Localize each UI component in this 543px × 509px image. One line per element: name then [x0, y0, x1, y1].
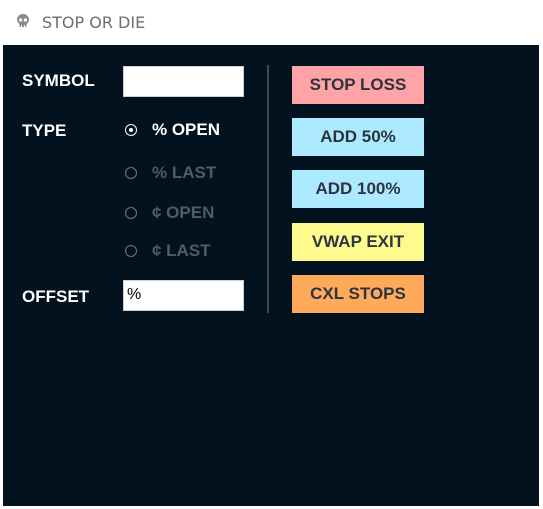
window-title: STOP OR DIE	[42, 13, 146, 32]
radio-label: ¢ LAST	[152, 241, 211, 260]
radio-percent-open[interactable]: % OPEN	[125, 119, 220, 141]
vertical-divider	[267, 65, 269, 313]
vwap-exit-button[interactable]: VWAP EXIT	[292, 223, 424, 261]
cxl-stops-button[interactable]: CXL STOPS	[292, 275, 424, 313]
offset-input[interactable]: %	[123, 280, 244, 311]
radio-cents-open[interactable]: ¢ OPEN	[125, 202, 214, 224]
radio-dot-icon	[125, 207, 137, 219]
radio-percent-last[interactable]: % LAST	[125, 162, 216, 184]
offset-label: OFFSET	[22, 287, 90, 306]
type-label: TYPE	[22, 121, 67, 140]
radio-label: % OPEN	[152, 120, 221, 139]
radio-dot-icon	[125, 245, 137, 257]
symbol-input[interactable]	[123, 66, 244, 97]
stop-loss-button[interactable]: STOP LOSS	[292, 66, 424, 104]
radio-dot-icon	[125, 167, 137, 179]
radio-dot-icon	[125, 124, 137, 136]
radio-label: ¢ OPEN	[152, 203, 215, 222]
skull-icon	[17, 14, 29, 27]
radio-label: % LAST	[152, 163, 217, 182]
main-panel: SYMBOL TYPE % OPEN % LAST ¢ OPEN ¢ LAST …	[3, 45, 539, 506]
add-100-button[interactable]: ADD 100%	[292, 170, 424, 208]
radio-cents-last[interactable]: ¢ LAST	[125, 240, 211, 262]
title-bar: STOP OR DIE	[0, 0, 543, 45]
symbol-label: SYMBOL	[22, 71, 95, 90]
add-50-button[interactable]: ADD 50%	[292, 118, 424, 156]
